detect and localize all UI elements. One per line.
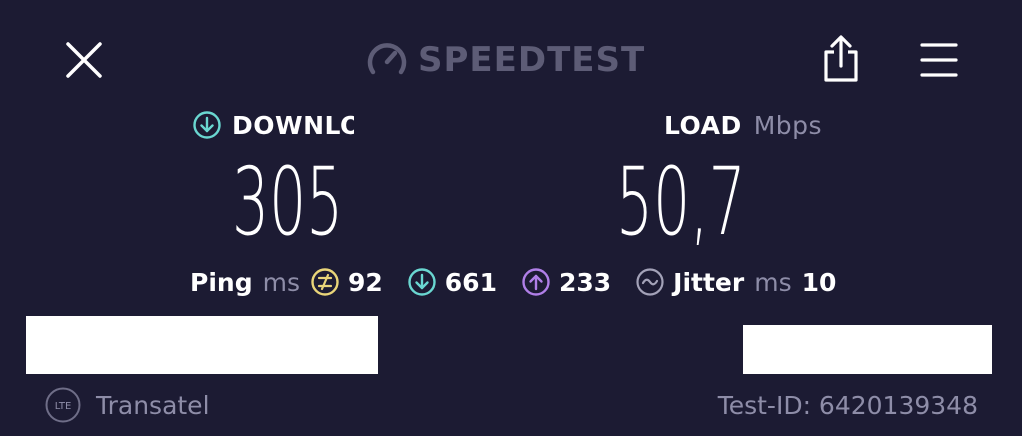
download-header: DOWNLOAD: [192, 108, 354, 142]
close-icon: [66, 42, 102, 78]
jitter-unit: ms: [754, 267, 792, 297]
idle-ping-value: 92: [347, 267, 383, 297]
jitter-value: 10: [801, 267, 837, 297]
upload-value-clip: [600, 150, 618, 250]
redacted-area-left: [26, 316, 378, 374]
download-speed-value: 305: [232, 148, 344, 257]
download-arrow-icon: [193, 111, 221, 139]
upload-label: LOAD: [664, 110, 742, 140]
carrier-info: LTE Transatel: [44, 386, 210, 424]
hamburger-menu-icon: [920, 43, 958, 77]
upload-speed-value: 50,7: [616, 148, 746, 257]
share-button[interactable]: [818, 34, 864, 84]
ping-unit: ms: [262, 267, 300, 297]
redacted-area-right: [743, 325, 992, 374]
upload-ping-value: 233: [558, 267, 612, 297]
speedometer-icon: [367, 43, 407, 75]
lte-network-icon: LTE: [45, 387, 81, 423]
download-ping-value: 661: [444, 267, 497, 297]
ping-metrics-row: Ping ms 92 661 233 Jitter ms 10: [190, 262, 836, 302]
download-label: DOWNLOAD: [232, 110, 354, 140]
speedtest-logo: SPEEDTEST: [366, 38, 645, 82]
upload-header: LOAD Mbps: [664, 108, 822, 142]
brand-name: SPEEDTEST: [418, 40, 646, 80]
menu-button[interactable]: [916, 38, 962, 82]
network-type: LTE: [55, 401, 72, 412]
idle-latency-icon: [310, 267, 340, 297]
download-latency-icon: [407, 267, 437, 297]
jitter-label: Jitter: [673, 267, 745, 297]
test-id[interactable]: Test-ID: 6420139348: [718, 386, 978, 424]
ping-label: Ping: [190, 267, 253, 297]
upload-latency-icon: [521, 267, 551, 297]
speed-unit: Mbps: [753, 110, 823, 140]
share-icon: [824, 35, 858, 82]
jitter-icon: [635, 267, 665, 297]
close-button[interactable]: [60, 36, 108, 84]
carrier-name: Transatel: [96, 390, 210, 420]
